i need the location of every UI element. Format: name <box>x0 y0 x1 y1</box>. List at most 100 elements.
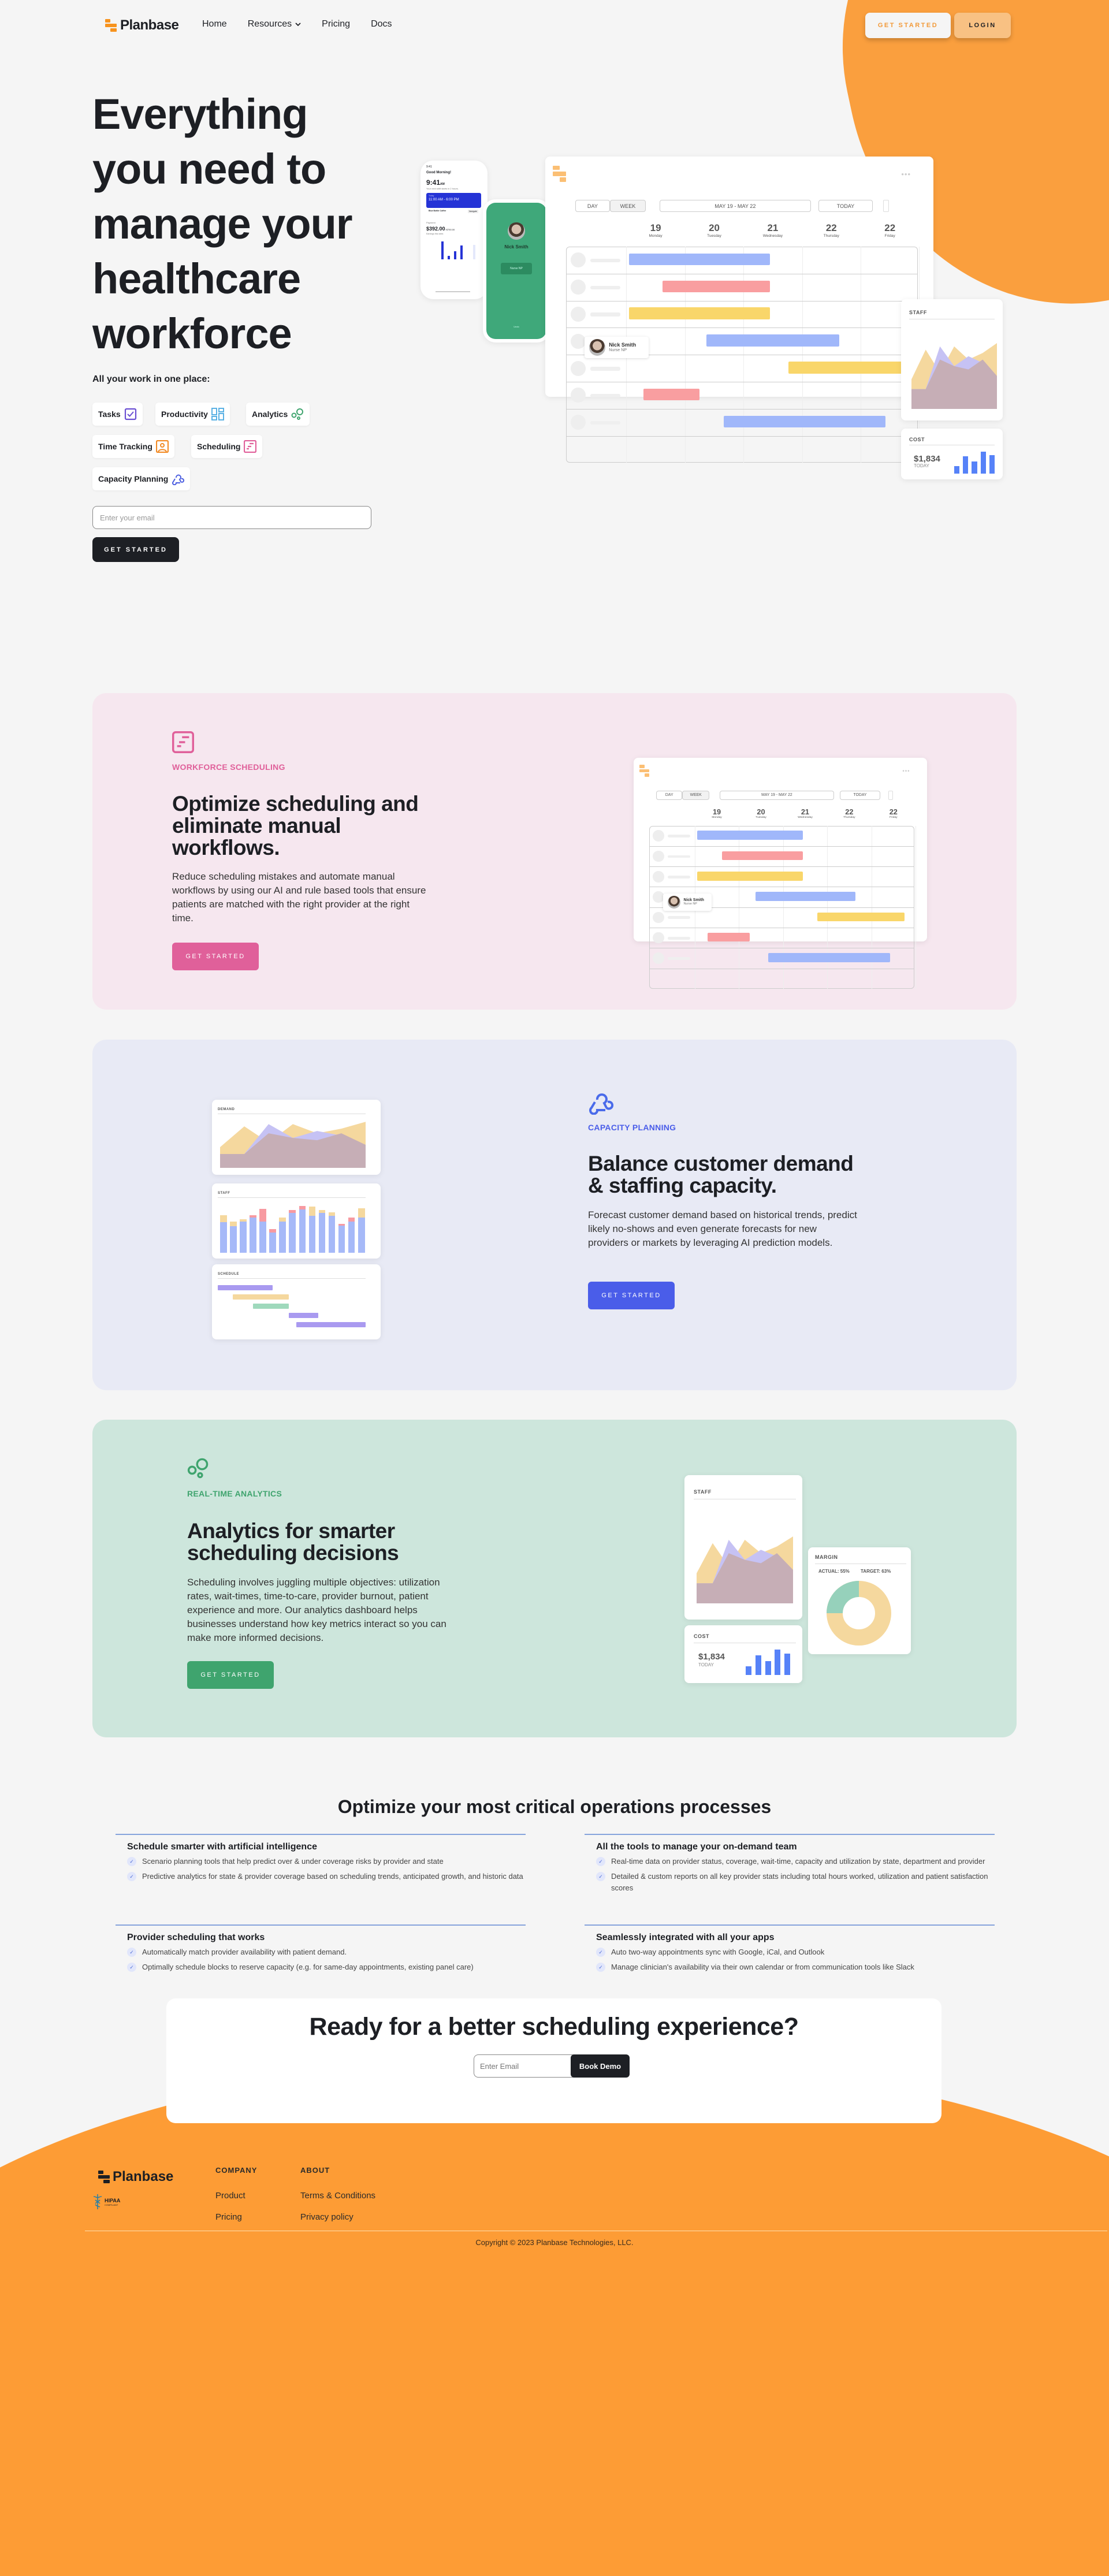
staff-bar-base <box>348 1222 355 1253</box>
name-placeholder <box>590 420 620 425</box>
footer-logo[interactable]: Planbase <box>98 2169 173 2185</box>
ops-group-title: Seamlessly integrated with all your apps <box>596 1933 775 1942</box>
staff-bar-red <box>259 1209 266 1222</box>
today-button: TODAY <box>818 200 873 213</box>
day-name: Friday <box>884 234 895 239</box>
cost-bar <box>784 1654 791 1675</box>
footer-column-company: COMPANY Product Pricing <box>215 2166 257 2233</box>
staff-widget: STAFF <box>901 299 1003 420</box>
staff-bar-base <box>279 1222 286 1253</box>
chip-tasks[interactable]: Tasks <box>92 403 143 426</box>
ops-item: ✓ Detailed & custom reports on all key pr… <box>596 1871 995 1894</box>
shift-bar <box>788 361 905 374</box>
chip-scheduling[interactable]: Scheduling <box>191 435 263 458</box>
dashboard-grid-icon <box>211 408 224 420</box>
staff-bar-yellow <box>279 1218 286 1222</box>
staff-area-chart <box>911 343 997 409</box>
staff-bar-base <box>230 1226 237 1253</box>
phone-status-time: 9:41 <box>426 165 432 169</box>
chip-label: Time Tracking <box>98 442 152 451</box>
section-eyebrow: WORKFORCE SCHEDULING <box>172 762 285 772</box>
footer-link-product[interactable]: Product <box>215 2191 257 2201</box>
margin-target: TARGET: 63% <box>861 1569 891 1574</box>
top-nav: Planbase Home Resources Pricing Docs GET… <box>0 0 1109 50</box>
ops-item: ✓ Scenario planning tools that help predi… <box>127 1856 526 1867</box>
cost-widget-label: COST <box>694 1633 710 1639</box>
calendar-day-header: 22 Thursday <box>802 222 861 238</box>
avatar-placeholder <box>571 307 586 322</box>
ops-group: Provider scheduling that works ✓ Automati… <box>116 1924 526 1976</box>
schedule-bar <box>253 1304 289 1309</box>
footer-link-privacy[interactable]: Privacy policy <box>300 2212 375 2222</box>
avatar <box>508 222 525 240</box>
webhook-icon <box>172 474 185 485</box>
login-button[interactable]: LOGIN <box>954 13 1011 38</box>
cta-card: Ready for a better scheduling experience… <box>166 1998 941 2123</box>
section-title: Optimize scheduling and eliminate manual… <box>172 792 419 859</box>
hero-title: Everything you need to manage your healt… <box>92 90 353 358</box>
scheduling-get-started-button[interactable]: GET STARTED <box>172 943 259 970</box>
shift-bar <box>629 307 770 320</box>
staff-bar-red <box>299 1206 306 1209</box>
book-demo-button[interactable]: Book Demo <box>571 2054 630 2078</box>
ops-group: All the tools to manage your on-demand t… <box>585 1834 995 1897</box>
check-icon: ✓ <box>127 1963 136 1972</box>
cost-bar <box>765 1661 771 1675</box>
get-started-button[interactable]: GET STARTED <box>865 13 951 38</box>
nav-pricing[interactable]: Pricing <box>322 19 350 29</box>
avatar <box>667 896 680 909</box>
donut-segment-actual <box>827 1581 859 1613</box>
chip-label: Capacity Planning <box>98 474 169 483</box>
day-name: Tuesday <box>707 234 721 239</box>
shift-bar <box>768 953 890 962</box>
hipaa-label: HIPAA <box>105 2197 121 2203</box>
cost-value: $1,834 <box>698 1652 725 1662</box>
view-day-button: DAY <box>575 200 610 213</box>
chip-capacity-planning[interactable]: Capacity Planning <box>92 467 191 490</box>
ops-item-text: Predictive analytics for state & provide… <box>142 1872 523 1881</box>
staff-bar-base <box>289 1213 296 1253</box>
chip-time-tracking[interactable]: Time Tracking <box>92 435 174 458</box>
phone-chart-bar <box>454 251 456 259</box>
cost-widget: COST $1,834 TODAY <box>901 429 1003 479</box>
ops-group: Seamlessly integrated with all your apps… <box>585 1924 995 1976</box>
staff-bar-red <box>289 1209 296 1213</box>
bubbles-icon <box>187 1458 209 1479</box>
day-name: Thursday <box>823 234 839 239</box>
hero-subtitle: All your work in one place: <box>92 374 210 384</box>
calendar-day-header: 20 Tuesday <box>739 807 783 819</box>
brand-logo[interactable]: Planbase <box>105 17 179 33</box>
footer-link-terms[interactable]: Terms & Conditions <box>300 2191 375 2201</box>
day-name: Monday <box>712 816 722 820</box>
chip-productivity[interactable]: Productivity <box>155 403 230 426</box>
name-placeholder <box>667 956 690 960</box>
phone-amount-value: $392.00 <box>426 226 445 232</box>
footer-link-pricing[interactable]: Pricing <box>215 2212 257 2222</box>
day-number: 21 <box>767 222 779 234</box>
chip-analytics[interactable]: Analytics <box>246 403 310 426</box>
analytics-get-started-button[interactable]: GET STARTED <box>187 1661 274 1689</box>
cta-email-input[interactable] <box>474 2054 575 2078</box>
phone-undo: Undo <box>513 325 519 328</box>
ops-item-text: Scenario planning tools that help predic… <box>142 1857 444 1866</box>
phone-chart-bar <box>473 245 475 259</box>
phone-place: Blue Bottle Coffee <box>429 210 446 212</box>
check-icon: ✓ <box>596 1872 605 1881</box>
nav-docs[interactable]: Docs <box>371 19 392 29</box>
nav-home[interactable]: Home <box>202 19 227 29</box>
avatar-placeholder <box>653 871 664 883</box>
nav-resources[interactable]: Resources <box>248 19 301 29</box>
decorative-blob-bottom <box>0 2056 1109 2576</box>
brand-name: Planbase <box>120 17 179 33</box>
calendar-day-header: 21 Wednesday <box>743 222 802 238</box>
day-number: 19 <box>712 807 721 817</box>
schedule-gantt <box>218 1285 366 1331</box>
view-week-button: WEEK <box>609 200 646 213</box>
capacity-get-started-button[interactable]: GET STARTED <box>588 1282 675 1309</box>
check-icon: ✓ <box>596 1963 605 1972</box>
margin-widget: MARGIN ACTUAL: 55% TARGET: 63% <box>808 1547 911 1654</box>
cost-widget: COST $1,834 TODAY <box>684 1625 802 1683</box>
demand-widget-label: DEMAND <box>218 1108 235 1111</box>
hero-get-started-button[interactable]: GET STARTED <box>92 537 179 562</box>
hero-email-input[interactable] <box>92 506 371 529</box>
